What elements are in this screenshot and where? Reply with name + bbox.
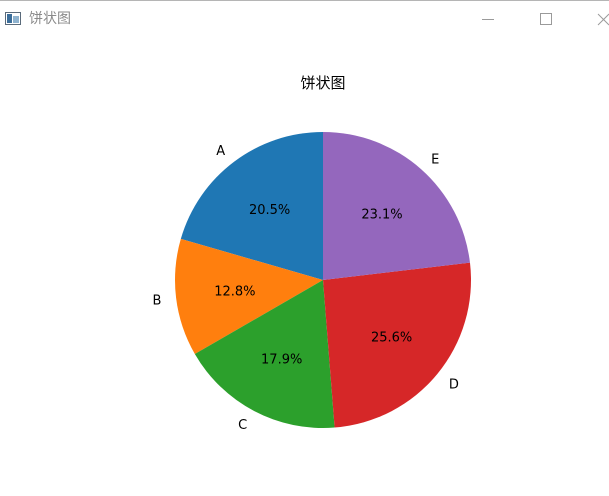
maximize-icon xyxy=(540,13,552,25)
close-button[interactable] xyxy=(584,1,609,37)
app-window: 饼状图 饼状图 A B C D E 20.5% 12.8% 17.9% 25.6% 23.1% xyxy=(0,0,609,496)
category-label-a: A xyxy=(216,144,225,159)
category-label-e: E xyxy=(431,152,439,167)
minimize-icon xyxy=(482,19,494,20)
pie-slice-e xyxy=(323,132,470,280)
percent-label-e: 23.1% xyxy=(361,208,402,223)
pie-slices xyxy=(174,132,471,428)
minimize-button[interactable] xyxy=(468,1,508,37)
figure-canvas: 饼状图 A B C D E 20.5% 12.8% 17.9% 25.6% 23.1% xyxy=(0,37,609,496)
title-bar[interactable]: 饼状图 xyxy=(0,1,609,37)
window-title: 饼状图 xyxy=(29,11,71,27)
percent-label-a: 20.5% xyxy=(249,203,290,218)
maximize-button[interactable] xyxy=(526,1,566,37)
category-label-d: D xyxy=(449,377,459,392)
percent-label-b: 12.8% xyxy=(214,285,255,300)
category-label-b: B xyxy=(152,294,161,309)
pie-chart: 饼状图 A B C D E 20.5% 12.8% 17.9% 25.6% 23.1% xyxy=(152,74,471,433)
percent-label-c: 17.9% xyxy=(261,353,302,368)
percent-label-d: 25.6% xyxy=(371,330,412,345)
matplotlib-figure-icon xyxy=(5,12,21,25)
close-icon xyxy=(597,13,609,26)
chart-title: 饼状图 xyxy=(300,74,345,92)
category-label-c: C xyxy=(238,418,247,433)
